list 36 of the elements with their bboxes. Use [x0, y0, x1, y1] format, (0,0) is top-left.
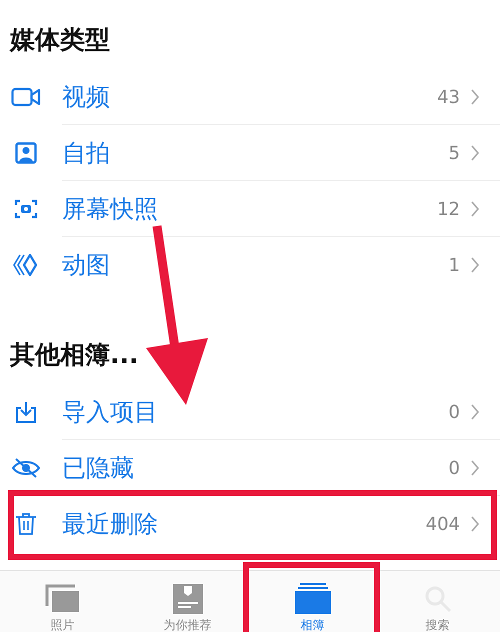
- photo-count: 43: [437, 86, 460, 108]
- hidden-eye-icon: [11, 457, 41, 479]
- photo-count: 404: [426, 514, 460, 534]
- section-heading: 其他相簿...: [10, 339, 138, 371]
- chevron-icon: [470, 404, 480, 420]
- section-heading: 媒体类型: [10, 24, 110, 56]
- album-name[interactable]: 最近删除: [62, 508, 426, 540]
- tab[interactable]: 搜索: [375, 571, 500, 632]
- video-camera-icon: [11, 86, 41, 108]
- portrait-icon: [15, 142, 37, 164]
- chevron-icon: [470, 460, 480, 476]
- album-name[interactable]: 动图: [62, 249, 449, 281]
- tab[interactable]: 相簿: [250, 571, 375, 632]
- photo-count: 0: [448, 402, 460, 422]
- trash-icon: [15, 512, 37, 536]
- screenshot-icon: [14, 198, 38, 220]
- chevron-icon: [470, 257, 480, 273]
- album-name[interactable]: 自拍: [62, 137, 449, 169]
- tab[interactable]: 为你推荐: [125, 571, 250, 632]
- album-name[interactable]: 导入项目: [62, 396, 449, 428]
- photo-count: 5: [448, 142, 460, 164]
- import-icon: [14, 400, 38, 424]
- album-name[interactable]: 已隐藏: [62, 452, 449, 484]
- tab[interactable]: 照片: [0, 571, 125, 632]
- chevron-icon: [470, 201, 480, 217]
- chevron-icon: [470, 89, 480, 105]
- chevron-icon: [470, 516, 480, 532]
- photos-stack-icon: [44, 584, 80, 614]
- album-name[interactable]: 屏幕快照: [62, 193, 438, 225]
- layers-diamond-icon: [12, 253, 40, 277]
- chevron-icon: [470, 145, 480, 161]
- photo-count: 0: [448, 458, 460, 478]
- photo-count: 12: [437, 198, 460, 220]
- album-name[interactable]: 视频: [62, 81, 438, 113]
- photo-count: 1: [448, 254, 460, 276]
- albums-stack-icon: [294, 582, 330, 614]
